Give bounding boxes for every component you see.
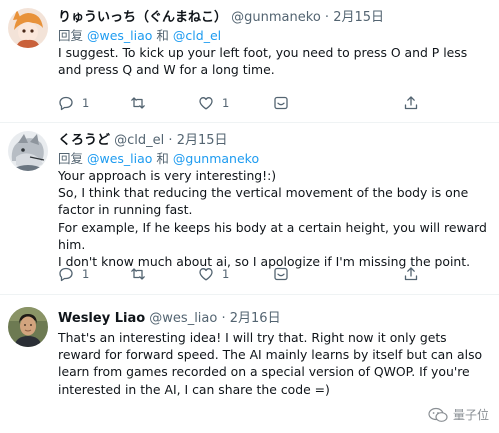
- tweet-text-line: I suggest. To kick up your left foot, yo…: [58, 45, 468, 78]
- reply-conjunction: 和: [156, 28, 169, 43]
- reply-button[interactable]: 1: [58, 265, 89, 283]
- tweet-text: I suggest. To kick up your left foot, yo…: [58, 44, 491, 78]
- tweet-actions: 1 1: [58, 265, 418, 283]
- reply-count: 1: [82, 96, 90, 110]
- tweet-text-line: So, I think that reducing the vertical m…: [58, 185, 469, 218]
- like-count: 1: [222, 96, 230, 110]
- user-handle[interactable]: @gunmaneko: [231, 10, 321, 25]
- mention-link[interactable]: @cld_el: [173, 28, 221, 43]
- reply-icon: [59, 96, 73, 111]
- like-count: 1: [222, 267, 230, 281]
- wechat-icon: [428, 407, 448, 422]
- watermark-text: 量子位: [452, 408, 489, 422]
- mention-link[interactable]: @wes_liao: [87, 28, 152, 43]
- share-button[interactable]: [403, 265, 419, 283]
- reply-prefix: 回复: [58, 28, 84, 43]
- watermark: 量子位: [428, 406, 489, 423]
- react-icon: [274, 96, 288, 110]
- reply-conjunction: 和: [156, 151, 169, 166]
- display-name[interactable]: Wesley Liao: [58, 311, 145, 326]
- reply-button[interactable]: 1: [58, 94, 89, 112]
- like-icon: [199, 97, 213, 110]
- tweet-wes-liao[interactable]: Wesley Liao @wes_liao · 2月16日 That's an …: [0, 295, 499, 433]
- separator-dot: ·: [168, 133, 173, 148]
- user-handle[interactable]: @cld_el: [114, 133, 164, 148]
- tweet-date[interactable]: 2月15日: [177, 133, 228, 148]
- share-button[interactable]: [403, 94, 419, 112]
- like-button[interactable]: 1: [198, 94, 229, 112]
- tweet-cld-el[interactable]: くろうど @cld_el · 2月15日 回复 @wes_liao 和 @gun…: [0, 123, 499, 293]
- tweet-text: That's an interesting idea! I will try t…: [58, 329, 491, 398]
- tweet-date[interactable]: 2月15日: [333, 10, 384, 25]
- share-icon: [404, 96, 418, 110]
- tweet-date[interactable]: 2月16日: [230, 311, 281, 326]
- retweet-button[interactable]: [130, 94, 154, 112]
- share-icon: [404, 267, 418, 281]
- display-name[interactable]: くろうど: [58, 133, 110, 148]
- avatar[interactable]: [8, 307, 48, 347]
- reply-prefix: 回复: [58, 151, 84, 166]
- user-handle[interactable]: @wes_liao: [149, 311, 217, 326]
- like-icon: [199, 268, 213, 281]
- react-button[interactable]: [273, 94, 289, 112]
- retweet-icon: [131, 268, 145, 280]
- tweet-gunmaneko[interactable]: りゅういっち（ぐんまねこ） @gunmaneko · 2月15日 回复 @wes…: [0, 0, 499, 120]
- tweet-text-line: Your approach is very interesting!:): [58, 168, 277, 183]
- tweet-text-line: For example, If he keeps his body at a c…: [58, 219, 487, 252]
- avatar[interactable]: [8, 8, 48, 48]
- retweet-icon: [131, 97, 145, 109]
- like-button[interactable]: 1: [198, 265, 229, 283]
- display-name[interactable]: りゅういっち（ぐんまねこ）: [58, 10, 227, 25]
- reply-count: 1: [82, 267, 90, 281]
- separator-dot: ·: [324, 10, 330, 25]
- tweet-text-line: That's an interesting idea! I will try t…: [58, 330, 483, 397]
- avatar[interactable]: [8, 131, 48, 171]
- mention-link[interactable]: @wes_liao: [87, 151, 152, 166]
- separator-dot: ·: [221, 311, 226, 326]
- mention-link[interactable]: @gunmaneko: [173, 151, 259, 166]
- react-button[interactable]: [273, 265, 289, 283]
- reply-icon: [59, 267, 73, 282]
- retweet-button[interactable]: [130, 265, 154, 283]
- react-icon: [274, 267, 288, 281]
- tweet-text: Your approach is very interesting!:) So,…: [58, 167, 491, 270]
- tweet-actions: 1 1: [58, 94, 418, 112]
